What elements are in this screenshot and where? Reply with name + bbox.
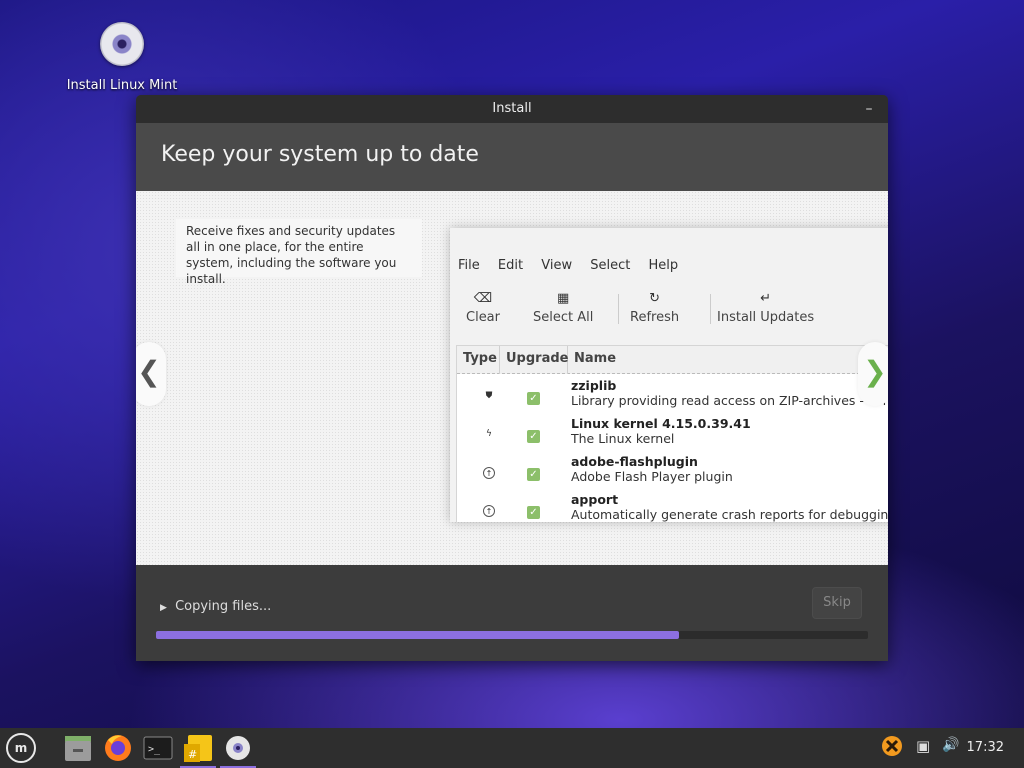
file-manager-icon xyxy=(65,736,91,761)
calculator-launcher[interactable]: # xyxy=(180,732,216,768)
terminal-launcher[interactable]: >_ xyxy=(140,732,176,764)
checkbox-checked-icon: ✓ xyxy=(527,430,540,443)
shield-icon: ⛊ xyxy=(485,391,493,401)
lightning-icon: ϟ xyxy=(486,429,492,439)
disc-icon xyxy=(100,22,144,66)
package-description: Automatically generate crash reports for… xyxy=(571,507,888,522)
select-all-icon: ▦ xyxy=(557,291,570,306)
refresh-icon: ↻ xyxy=(649,291,660,306)
progress-bar-fill xyxy=(156,631,680,639)
table-header: Type Upgrade Name xyxy=(457,346,888,374)
menu-button[interactable]: m xyxy=(4,732,38,764)
update-warning-icon xyxy=(882,736,902,756)
checkbox-checked-icon: ✓ xyxy=(527,392,540,405)
up-arrow-icon: ↑ xyxy=(483,505,495,517)
package-info: zziplib Library providing read access on… xyxy=(571,378,888,408)
terminal-prompt: >_ xyxy=(148,744,161,755)
install-updates-icon: ↵ xyxy=(760,291,772,306)
previous-slide-button[interactable]: ❮ xyxy=(136,342,166,406)
column-upgrade: Upgrade xyxy=(500,346,568,374)
package-info: adobe-flashplugin Adobe Flash Player plu… xyxy=(571,454,733,484)
package-name: adobe-flashplugin xyxy=(571,454,698,469)
menu-help: Help xyxy=(648,258,679,273)
column-type: Type xyxy=(457,346,500,374)
install-updates-label: Install Updates xyxy=(717,310,815,325)
slide-description: Receive fixes and security updates all i… xyxy=(176,219,422,286)
select-all-button: ▦ Select All xyxy=(533,290,593,325)
table-row: ⛊ ✓ zziplib Library providing read acces… xyxy=(457,376,888,414)
next-slide-button[interactable]: ❯ xyxy=(858,342,888,406)
installer-disc-icon xyxy=(226,736,250,760)
toolbar-separator xyxy=(710,294,711,324)
package-info: Linux kernel 4.15.0.39.41 The Linux kern… xyxy=(571,416,751,446)
window-titlebar[interactable]: Install – xyxy=(136,95,888,123)
updates-table: Type Upgrade Name ⛊ ✓ zziplib Library pr… xyxy=(456,345,888,522)
window-title: Install xyxy=(492,101,532,116)
status-text: Copying files... xyxy=(175,599,272,614)
toolbar: ⌫ Clear ▦ Select All ↻ Refresh ↵ Install… xyxy=(458,290,888,330)
menu-edit: Edit xyxy=(497,258,524,273)
installer-launcher[interactable] xyxy=(220,732,256,768)
terminal-icon: >_ xyxy=(143,736,173,760)
firefox-launcher[interactable] xyxy=(100,732,136,764)
installer-window: Install – Keep your system up to date Re… xyxy=(136,95,888,661)
clear-label: Clear xyxy=(466,310,500,325)
package-description: Adobe Flash Player plugin xyxy=(571,469,733,484)
clock[interactable]: 17:32 xyxy=(967,740,1004,755)
skip-button[interactable]: Skip xyxy=(812,587,862,619)
file-manager-launcher[interactable] xyxy=(60,732,96,764)
install-updates-button: ↵ Install Updates xyxy=(717,290,814,325)
checkbox-checked-icon: ✓ xyxy=(527,468,540,481)
package-description: The Linux kernel xyxy=(571,431,675,446)
menu-view: View xyxy=(541,258,573,273)
minimize-button[interactable]: – xyxy=(860,95,878,123)
expander-triangle-icon: ▶ xyxy=(160,603,167,613)
desktop-icon-label: Install Linux Mint xyxy=(66,78,178,93)
table-row: ϟ ✓ Linux kernel 4.15.0.39.41 The Linux … xyxy=(457,414,888,452)
package-info: apport Automatically generate crash repo… xyxy=(571,492,888,522)
update-manager-screenshot: File Edit View Select Help ⌫ Clear ▦ Sel… xyxy=(450,228,888,522)
select-all-label: Select All xyxy=(533,310,594,325)
menubar: File Edit View Select Help xyxy=(458,258,692,273)
network-tray[interactable]: ▣ xyxy=(916,737,930,755)
update-manager-tray[interactable] xyxy=(880,734,904,762)
clear-button: ⌫ Clear xyxy=(466,290,500,325)
refresh-label: Refresh xyxy=(630,310,680,325)
toolbar-separator xyxy=(618,294,619,324)
package-description: Library providing read access on ZIP-arc… xyxy=(571,393,888,408)
firefox-icon xyxy=(105,735,131,761)
volume-tray[interactable]: 🔊 xyxy=(942,737,959,753)
package-name: apport xyxy=(571,492,619,507)
progress-details-toggle[interactable]: ▶ Copying files... xyxy=(160,599,271,614)
progress-bar xyxy=(156,631,868,639)
menu-select: Select xyxy=(590,258,631,273)
page-title: Keep your system up to date xyxy=(136,123,888,191)
column-name: Name xyxy=(574,351,617,366)
desktop-icon-install-linux-mint[interactable]: Install Linux Mint xyxy=(62,22,182,93)
refresh-button: ↻ Refresh xyxy=(630,290,679,325)
progress-panel: ▶ Copying files... Skip xyxy=(136,565,888,661)
calculator-hash: # xyxy=(188,748,197,761)
package-name: zziplib xyxy=(571,378,617,393)
up-arrow-icon: ↑ xyxy=(483,467,495,479)
slideshow: Receive fixes and security updates all i… xyxy=(136,191,888,565)
checkbox-checked-icon: ✓ xyxy=(527,506,540,519)
clear-icon: ⌫ xyxy=(473,291,493,306)
taskbar: m >_ # ▣ 🔊 17:32 xyxy=(0,728,1024,768)
package-name: Linux kernel 4.15.0.39.41 xyxy=(571,416,751,431)
menu-file: File xyxy=(458,258,480,273)
table-row: ↑ ✓ adobe-flashplugin Adobe Flash Player… xyxy=(457,452,888,490)
calculator-icon: # xyxy=(184,735,212,762)
linux-mint-logo-icon: m xyxy=(6,733,36,763)
table-row: ↑ ✓ apport Automatically generate crash … xyxy=(457,490,888,522)
